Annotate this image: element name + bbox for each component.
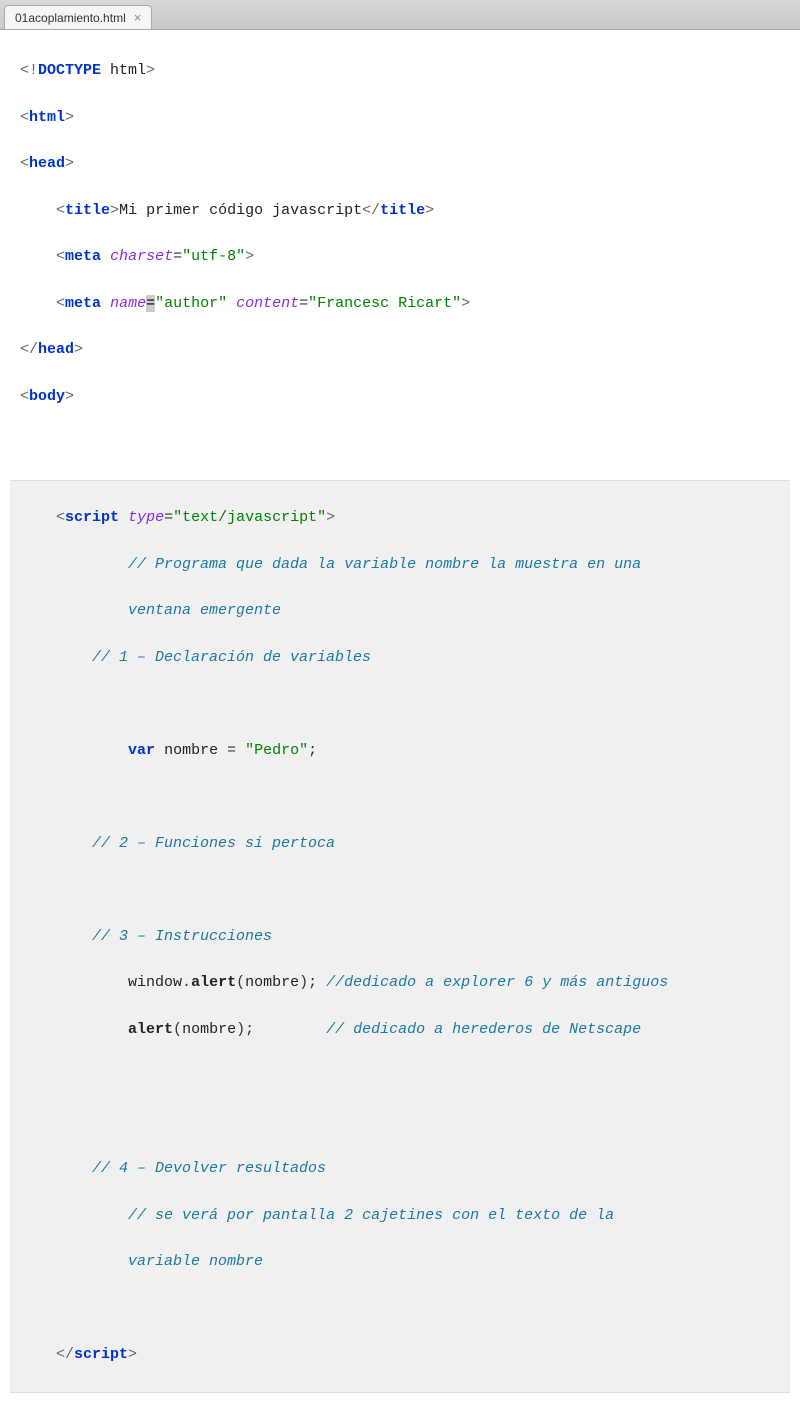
code-line: <!DOCTYPE html> xyxy=(20,59,780,82)
code-line xyxy=(20,431,780,454)
code-line: variable nombre xyxy=(20,1250,780,1273)
code-line: alert(nombre); // dedicado a herederos d… xyxy=(20,1018,780,1041)
code-line xyxy=(20,1418,780,1422)
code-line: </script> xyxy=(20,1343,780,1366)
close-icon[interactable]: × xyxy=(134,10,142,25)
code-line: </head> xyxy=(20,338,780,361)
code-line: <body> xyxy=(20,385,780,408)
code-line: // 4 – Devolver resultados xyxy=(20,1157,780,1180)
code-line: var nombre = "Pedro"; xyxy=(20,739,780,762)
code-line: // se verá por pantalla 2 cajetines con … xyxy=(20,1204,780,1227)
code-line xyxy=(20,1297,780,1320)
code-line: <script type="text/javascript"> xyxy=(20,506,780,529)
file-tab[interactable]: 01acoplamiento.html × xyxy=(4,5,152,29)
code-line xyxy=(20,878,780,901)
code-line: <head> xyxy=(20,152,780,175)
code-line xyxy=(20,692,780,715)
tab-label: 01acoplamiento.html xyxy=(15,11,126,25)
code-line: <title>Mi primer código javascript</titl… xyxy=(20,199,780,222)
code-line: // Programa que dada la variable nombre … xyxy=(20,553,780,576)
tab-bar: 01acoplamiento.html × xyxy=(0,0,800,30)
code-line: // 3 – Instrucciones xyxy=(20,925,780,948)
code-line: <html> xyxy=(20,106,780,129)
code-line: // 1 – Declaración de variables xyxy=(20,646,780,669)
code-line: <meta charset="utf-8"> xyxy=(20,245,780,268)
code-line xyxy=(20,785,780,808)
code-line: ventana emergente xyxy=(20,599,780,622)
code-line xyxy=(20,1064,780,1087)
code-line xyxy=(20,1111,780,1134)
code-line: // 2 – Funciones si pertoca xyxy=(20,832,780,855)
code-editor[interactable]: <!DOCTYPE html> <html> <head> <title>Mi … xyxy=(0,30,800,1422)
code-line: window.alert(nombre); //dedicado a explo… xyxy=(20,971,780,994)
script-block: <script type="text/javascript"> // Progr… xyxy=(10,480,790,1393)
code-line-active: <meta name="author" content="Francesc Ri… xyxy=(20,292,780,315)
